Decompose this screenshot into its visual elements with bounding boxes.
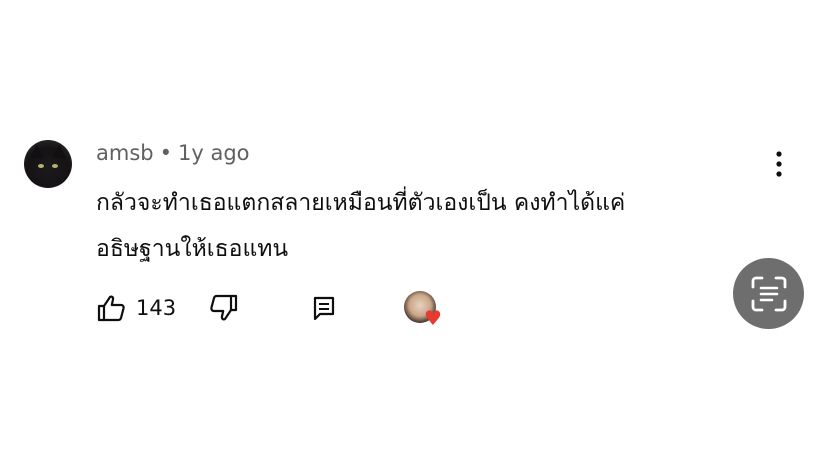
author-name[interactable]: amsb [96, 141, 154, 165]
dislike-button[interactable] [209, 290, 239, 326]
reply-button[interactable] [312, 290, 336, 326]
more-options-icon[interactable] [767, 150, 791, 178]
comment-meta: amsb • 1y ago [96, 141, 250, 165]
creator-heart-icon: ♥ [424, 306, 442, 330]
comment-line: อธิษฐานให้เธอแทน [96, 236, 289, 262]
thumbs-down-icon [210, 294, 238, 321]
thumbs-up-icon [97, 295, 125, 322]
meta-separator: • [159, 141, 172, 165]
like-button[interactable]: 143 [96, 290, 176, 326]
avatar[interactable] [24, 140, 72, 188]
comment-line: กลัวจะทำเธอแตกสลายเหมือนที่ตัวเองเป็น คง… [96, 190, 626, 216]
like-count: 143 [136, 296, 177, 320]
creator-heart: ♥ [404, 291, 444, 331]
comment-time: 1y ago [178, 141, 250, 165]
comment-text: กลัวจะทำเธอแตกสลายเหมือนที่ตัวเองเป็น คง… [96, 180, 736, 272]
text-scan-button[interactable] [733, 258, 804, 329]
text-scan-icon [751, 276, 786, 311]
reply-icon [313, 296, 335, 321]
